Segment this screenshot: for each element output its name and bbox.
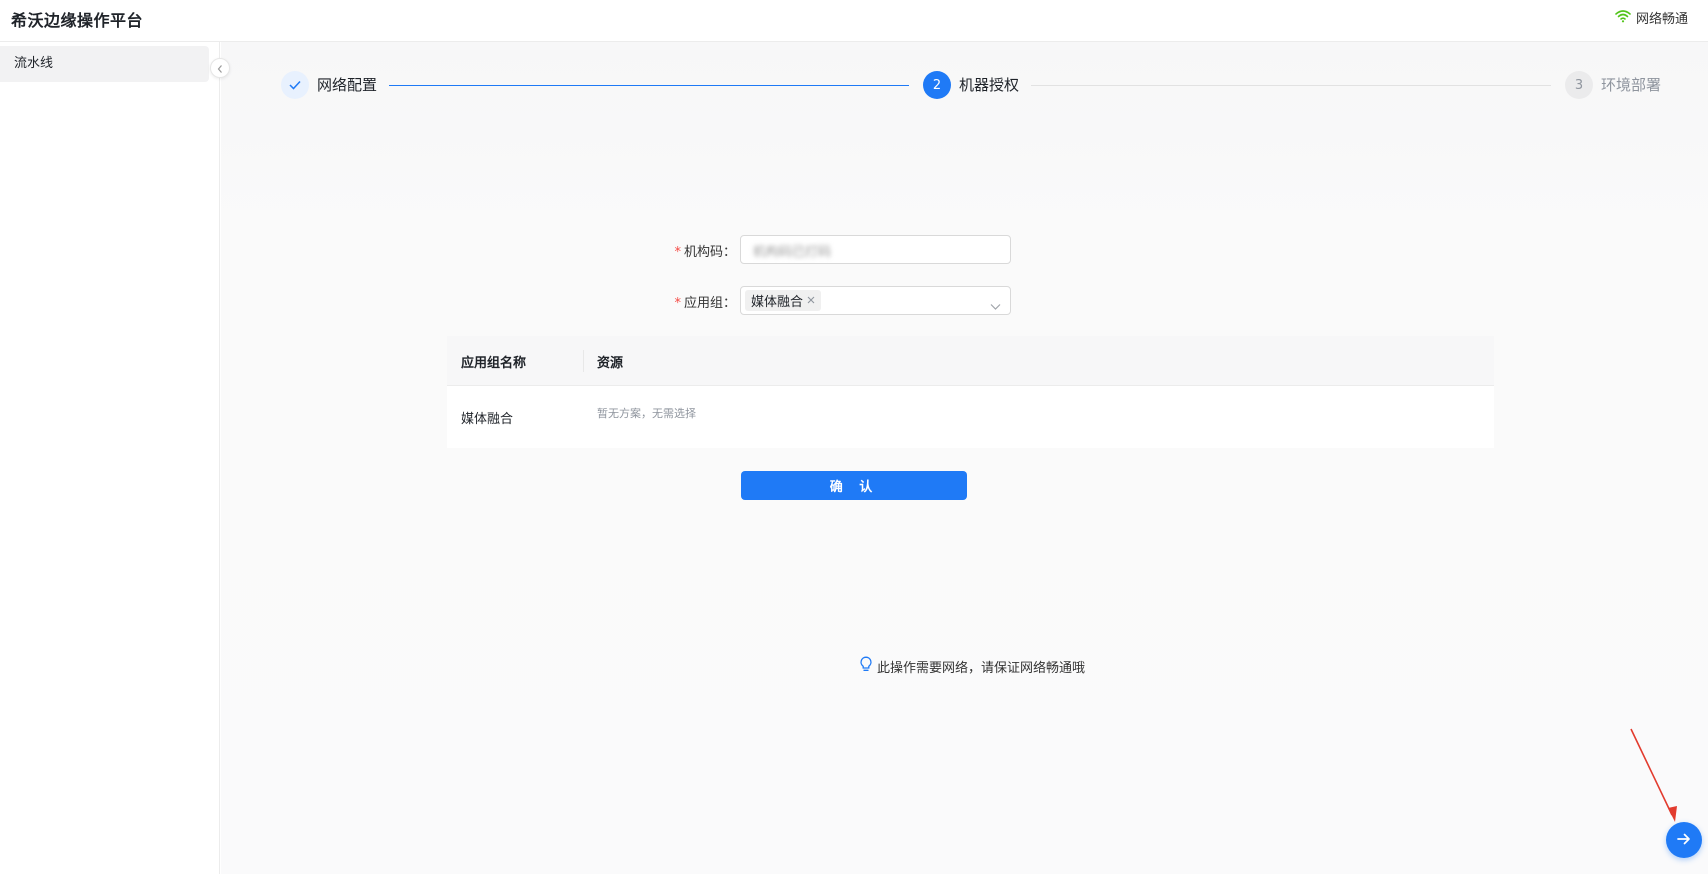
sidebar-item-pipeline[interactable]: 流水线 — [0, 46, 209, 82]
sidebar: 流水线 — [0, 42, 220, 874]
top-header: 希沃边缘操作平台 网络畅通 — [0, 0, 1708, 42]
sidebar-item-label: 流水线 — [14, 56, 54, 71]
chevron-down-icon[interactable] — [990, 296, 1001, 315]
table-header: 应用组名称 资源 — [447, 336, 1494, 386]
tag-label: 媒体融合 — [751, 295, 804, 310]
app-group-tag: 媒体融合 — [745, 290, 822, 311]
confirm-button[interactable]: 确 认 — [741, 471, 967, 500]
column-divider — [583, 350, 584, 372]
step-3-label: 环境部署 — [1601, 76, 1662, 94]
next-step-button[interactable] — [1666, 822, 1702, 858]
chevron-left-icon — [216, 59, 224, 78]
step-2-number: 2 — [923, 71, 951, 99]
network-status-text: 网络畅通 — [1635, 12, 1688, 27]
app-group-table: 应用组名称 资源 媒体融合 暂无方案，无需选择 — [447, 336, 1494, 448]
org-code-input[interactable]: 机构码已打码 — [740, 235, 1011, 264]
network-status: 网络畅通 — [1615, 8, 1688, 27]
step-3-number: 3 — [1565, 71, 1593, 99]
org-code-value: 机构码已打码 — [753, 245, 832, 260]
org-code-label: * 机构码： — [674, 245, 736, 260]
column-header-name: 应用组名称 — [461, 356, 527, 371]
row-name: 媒体融合 — [461, 412, 514, 427]
row-resource: 暂无方案，无需选择 — [597, 407, 696, 420]
sidebar-collapse-button[interactable] — [210, 58, 230, 78]
arrow-right-icon — [1676, 832, 1692, 849]
app-group-select[interactable]: 媒体融合 — [740, 286, 1011, 315]
network-tip: 此操作需要网络，请保证网络畅通哦 — [859, 656, 1085, 676]
app-group-label: * 应用组： — [674, 296, 736, 311]
step-2-label: 机器授权 — [959, 76, 1020, 94]
wifi-icon — [1615, 9, 1631, 27]
step-connector-1 — [389, 85, 909, 86]
main-content: 网络配置 2 机器授权 3 环境部署 * 机构码： 机构码已打码 * 应用组： 媒体… — [221, 42, 1708, 874]
column-header-resource: 资源 — [597, 356, 624, 371]
required-mark: * — [674, 245, 681, 260]
required-mark: * — [674, 296, 681, 311]
lightbulb-icon — [859, 656, 873, 676]
step-1-label: 网络配置 — [317, 76, 378, 94]
close-icon[interactable] — [807, 293, 815, 308]
step-1-done-icon — [281, 71, 309, 99]
step-connector-2 — [1031, 85, 1551, 86]
tip-text: 此操作需要网络，请保证网络畅通哦 — [877, 660, 1086, 676]
app-title: 希沃边缘操作平台 — [11, 11, 144, 30]
